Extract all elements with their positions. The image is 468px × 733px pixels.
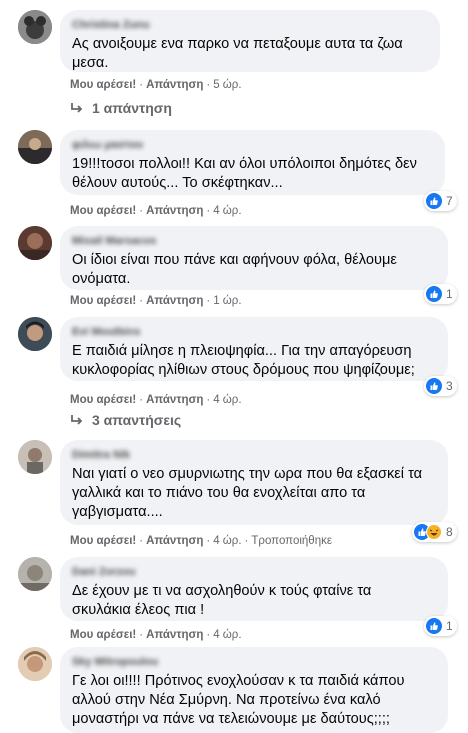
reply-button[interactable]: Απάντηση — [146, 79, 203, 91]
comment-text: Ας ανοιξουμε ενα παρκο να πεταξουμε αυτα… — [72, 36, 403, 71]
avatar[interactable] — [18, 10, 52, 44]
separator: · — [206, 394, 211, 406]
like-button[interactable]: Μου αρέσει! — [70, 205, 136, 217]
separator: · — [206, 295, 211, 307]
avatar[interactable] — [18, 647, 52, 681]
comment-author[interactable]: Dimitra Nik — [72, 448, 436, 462]
replies-count: 1 απάντηση — [92, 100, 172, 116]
avatar-image — [18, 10, 52, 44]
comment-bubble: Sky Mitropoulou Γε λοι οι!!!! Πρότινος ε… — [60, 647, 448, 733]
reaction-summary[interactable]: 7 — [424, 191, 457, 211]
reaction-count: 8 — [446, 525, 453, 539]
comment-bubble: Christina Zunu Ας ανοιξουμε ενα παρκο να… — [60, 10, 440, 72]
reaction-summary[interactable]: 1 — [424, 616, 457, 636]
avatar-image — [18, 647, 52, 681]
like-button[interactable]: Μου αρέσει! — [70, 394, 136, 406]
reply-button[interactable]: Απάντηση — [146, 394, 203, 406]
reaction-summary[interactable]: 3 — [424, 376, 457, 396]
separator: · — [244, 535, 249, 547]
avatar-image — [18, 226, 52, 260]
comment-feed: Christina Zunu Ας ανοιξουμε ενα παρκο να… — [0, 0, 468, 733]
reaction-count: 1 — [446, 619, 453, 633]
avatar-image — [18, 440, 52, 474]
view-replies-link[interactable]: 1 απάντηση — [70, 98, 172, 118]
separator: · — [139, 79, 144, 91]
comment-actions: Μου αρέσει! · Απάντηση · 5 ώρ. — [70, 77, 242, 93]
comment-author[interactable]: Dani Zorzou — [72, 565, 436, 579]
separator: · — [139, 629, 144, 641]
comment-actions: Μου αρέσει! · Απάντηση · 4 ώρ. — [70, 627, 242, 643]
comment-text: Ε παιδιά μίλησε η πλειοψηφία... Για την … — [72, 343, 415, 378]
comment-text: 19!!!τοσοι πολλοι!! Και αν όλοι υπόλοιπο… — [72, 156, 417, 191]
avatar[interactable] — [18, 317, 52, 351]
comment-author[interactable]: Sky Mitropoulou — [72, 655, 436, 669]
separator: · — [206, 79, 211, 91]
comment-timestamp[interactable]: 4 ώρ. — [213, 205, 241, 217]
comment-author[interactable]: φιλιω μαστου — [72, 138, 433, 152]
reaction-summary[interactable]: 8 — [412, 522, 457, 542]
separator: · — [139, 295, 144, 307]
comment-bubble: Mixail Marsacos Οι ίδιοι είναι που πάνε … — [60, 226, 448, 290]
like-button[interactable]: Μου αρέσει! — [70, 79, 136, 91]
comment-timestamp[interactable]: 4 ώρ. — [213, 394, 241, 406]
reply-button[interactable]: Απάντηση — [146, 629, 203, 641]
comment-bubble: φιλιω μαστου 19!!!τοσοι πολλοι!! Και αν … — [60, 130, 445, 195]
edited-label[interactable]: Τροποποιήθηκε — [251, 535, 332, 547]
like-button[interactable]: Μου αρέσει! — [70, 295, 136, 307]
view-replies-link[interactable]: 3 απαντήσεις — [70, 410, 181, 430]
reaction-summary[interactable]: 1 — [424, 284, 457, 304]
reaction-count: 3 — [446, 379, 453, 393]
avatar-image — [18, 317, 52, 351]
like-reaction-icon — [426, 618, 442, 634]
comment-bubble: Dani Zorzou Δε έχουν με τι να ασχοληθούν… — [60, 557, 448, 621]
like-reaction-icon — [426, 193, 442, 209]
avatar[interactable] — [18, 130, 52, 164]
reply-button[interactable]: Απάντηση — [146, 535, 203, 547]
comment-bubble: Dimitra Nik Ναι γιατί ο νεο σμυρνιωτης τ… — [60, 440, 448, 525]
separator: · — [206, 535, 211, 547]
reply-button[interactable]: Απάντηση — [146, 205, 203, 217]
comment-author[interactable]: Evi Moutbins — [72, 325, 436, 339]
avatar[interactable] — [18, 226, 52, 260]
separator: · — [139, 535, 144, 547]
like-button[interactable]: Μου αρέσει! — [70, 535, 136, 547]
reply-arrow-icon — [70, 102, 84, 114]
comment-actions: Μου αρέσει! · Απάντηση · 1 ώρ. — [70, 293, 242, 309]
avatar-image — [18, 557, 52, 591]
avatar-image — [18, 130, 52, 164]
comment-author[interactable]: Mixail Marsacos — [72, 234, 436, 248]
reply-button[interactable]: Απάντηση — [146, 295, 203, 307]
comment-actions: Μου αρέσει! · Απάντηση · 4 ώρ. — [70, 392, 242, 408]
like-button[interactable]: Μου αρέσει! — [70, 629, 136, 641]
like-reaction-icon — [426, 286, 442, 302]
separator: · — [139, 205, 144, 217]
comment-actions: Μου αρέσει! · Απάντηση · 4 ώρ. — [70, 203, 242, 219]
reaction-count: 1 — [446, 287, 453, 301]
comment-timestamp[interactable]: 5 ώρ. — [213, 79, 241, 91]
avatar[interactable] — [18, 440, 52, 474]
haha-reaction-icon — [426, 524, 442, 540]
comment-text: Οι ίδιοι είναι που πάνε και αφήνουν φόλα… — [72, 252, 397, 287]
comment-actions: Μου αρέσει! · Απάντηση · 4 ώρ. · Τροποποιήθηκε — [70, 533, 332, 549]
comment-timestamp[interactable]: 4 ώρ. — [213, 629, 241, 641]
separator: · — [206, 629, 211, 641]
replies-count: 3 απαντήσεις — [92, 412, 182, 428]
separator: · — [206, 205, 211, 217]
comment-timestamp[interactable]: 1 ώρ. — [213, 295, 241, 307]
separator: · — [139, 394, 144, 406]
comment-text: Δε έχουν με τι να ασχοληθούν κ τούς φταί… — [72, 583, 372, 618]
comment-text: Γε λοι οι!!!! Πρότινος ενοχλούσαν κ τα π… — [72, 673, 405, 727]
comment-text: Ναι γιατί ο νεο σμυρνιωτης την ωρα που θ… — [72, 466, 423, 520]
reply-arrow-icon — [70, 414, 84, 426]
reaction-count: 7 — [446, 194, 453, 208]
comment-author[interactable]: Christina Zunu — [72, 18, 428, 32]
avatar[interactable] — [18, 557, 52, 591]
like-reaction-icon — [426, 378, 442, 394]
comment-timestamp[interactable]: 4 ώρ. — [213, 535, 241, 547]
comment-bubble: Evi Moutbins Ε παιδιά μίλησε η πλειοψηφί… — [60, 317, 448, 381]
